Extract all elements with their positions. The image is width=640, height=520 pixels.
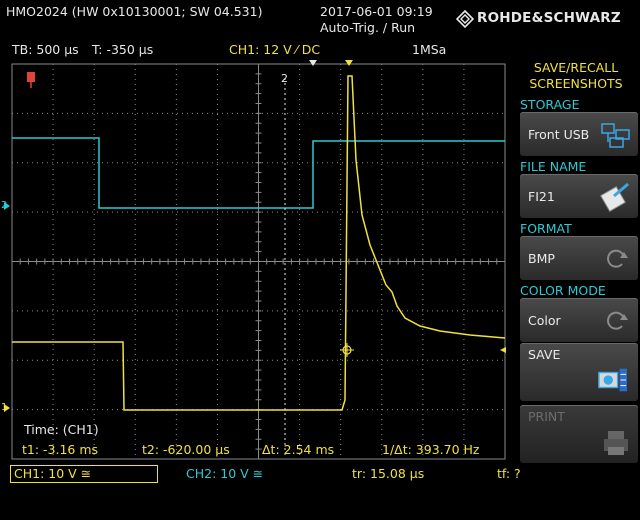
colormode-header: COLOR MODE [520,283,606,298]
format-button[interactable]: BMP [520,236,638,280]
filename-header: FILE NAME [520,159,587,174]
storage-header: STORAGE [520,97,580,112]
save-label: SAVE [528,347,561,362]
measure-title: Time: (CH1) [24,422,99,437]
cursor-crosshair-icon [340,343,354,357]
colormode-value: Color [528,313,561,328]
edit-file-icon [600,182,629,212]
storage-value: Front USB [528,127,590,142]
cursor-2-label: 2 [281,72,288,85]
menu-title-1: SAVE/RECALL [533,60,619,75]
ch1-setting[interactable]: CH1: 10 V ≅ [14,467,91,481]
measure-dt: Δt: 2.54 ms [262,442,335,457]
menu-title-2: SCREENSHOTS [529,76,623,91]
print-button[interactable]: PRINT [520,405,638,463]
measure-inv-dt: 1/Δt: 393.70 Hz [382,442,480,457]
trigger-level-icon [500,347,506,353]
cursor-1-marker-icon [27,72,35,88]
ch1-trigger-marker-icon [345,60,353,66]
measure-t2: t2: -620.00 µs [142,442,230,457]
usb-folder-icon [601,123,630,148]
format-value: BMP [528,251,555,266]
trigger-position-icon [309,60,317,66]
camera-save-icon [598,368,627,392]
fall-time: tf: ? [497,466,521,481]
printer-icon [604,431,628,455]
format-header: FORMAT [520,221,572,236]
colormode-button[interactable]: Color [520,298,638,342]
storage-button[interactable]: Front USB [520,112,638,156]
rise-time: tr: 15.08 µs [352,466,425,481]
filename-button[interactable]: FI21 [520,174,638,218]
refresh-icon [607,311,628,330]
filename-value: FI21 [528,189,555,204]
ch2-setting[interactable]: CH2: 10 V ≅ [186,467,263,481]
print-label: PRINT [528,409,565,424]
measure-t1: t1: -3.16 ms [22,442,99,457]
save-button[interactable]: SAVE [520,343,638,401]
graticule-grid [11,63,506,460]
ch2-level-label: 2 [1,200,8,211]
refresh-icon [607,249,628,268]
waveform-display[interactable] [0,0,520,465]
ch1-level-label: 1 [1,402,8,413]
